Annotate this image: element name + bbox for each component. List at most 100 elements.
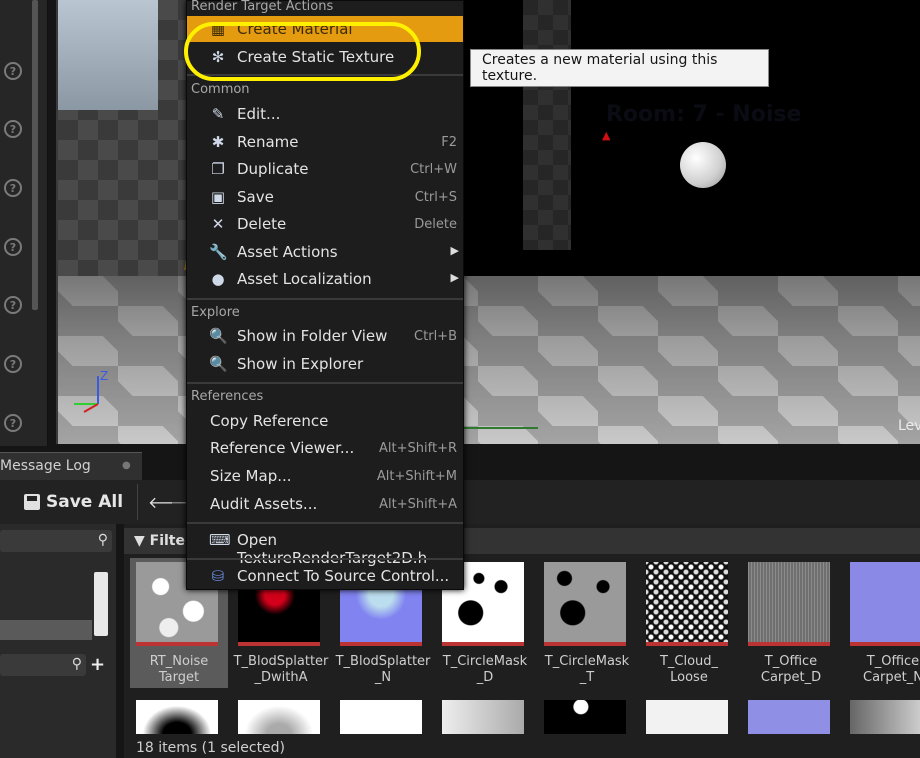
close-tab-icon[interactable]: ● bbox=[122, 460, 131, 471]
help-icon[interactable]: ? bbox=[4, 414, 22, 432]
viewport-level-label: Lev bbox=[898, 418, 920, 434]
folder-tree-selection[interactable] bbox=[0, 620, 92, 640]
menu-item-delete[interactable]: ✕ Delete Delete bbox=[187, 211, 463, 237]
toolbar-divider bbox=[137, 484, 138, 520]
menu-item-asset-localization[interactable]: ● Asset Localization ▶ bbox=[187, 266, 463, 292]
menu-item-label: Delete bbox=[237, 215, 287, 233]
menu-item-label: Audit Assets... bbox=[210, 495, 318, 513]
asset-context-menu: Render Target Actions ▦ Create Material … bbox=[186, 0, 464, 590]
menu-item-open-header-file[interactable]: ⌨ Open TextureRenderTarget2D.h bbox=[187, 527, 463, 567]
asset-label: T_CircleMask _T bbox=[544, 654, 630, 685]
asset-type-strip bbox=[646, 642, 728, 646]
menu-item-duplicate[interactable]: ❐ Duplicate Ctrl+W bbox=[187, 156, 463, 182]
source-control-icon: ⛁ bbox=[211, 567, 225, 585]
message-log-tab[interactable]: Message Log ● bbox=[0, 452, 142, 480]
asset-label: T_BlodSplatter _N bbox=[335, 654, 431, 685]
sources-scrollbar[interactable] bbox=[94, 572, 108, 636]
highlight-annotation-ring bbox=[184, 22, 421, 81]
menu-item-label: Duplicate bbox=[237, 160, 309, 178]
menu-item-shortcut: Ctrl+B bbox=[414, 329, 457, 344]
axis-z-label: Z bbox=[100, 369, 108, 383]
menu-item-label: Rename bbox=[237, 133, 299, 151]
asset-thumbnail[interactable] bbox=[544, 700, 626, 734]
save-icon: ▣ bbox=[210, 188, 226, 206]
menu-item-label: Show in Explorer bbox=[237, 355, 364, 373]
asset-tile[interactable]: T_Office Carpet_D bbox=[742, 558, 840, 688]
asset-tile[interactable]: T_Office Carpet_N bbox=[844, 558, 920, 688]
asset-thumbnail[interactable] bbox=[136, 700, 218, 734]
menu-item-shortcut: Alt+Shift+R bbox=[379, 441, 457, 456]
menu-item-save[interactable]: ▣ Save Ctrl+S bbox=[187, 184, 463, 210]
help-icon[interactable]: ? bbox=[4, 296, 22, 314]
menu-item-copy-reference[interactable]: Copy Reference bbox=[187, 408, 463, 434]
search-icon: ⚲ bbox=[71, 656, 82, 672]
asset-type-strip bbox=[748, 642, 830, 646]
help-icon[interactable]: ? bbox=[4, 120, 22, 138]
submenu-arrow-icon: ▶ bbox=[450, 271, 459, 284]
menu-item-show-in-explorer[interactable]: 🔍 Show in Explorer bbox=[187, 351, 463, 377]
asset-type-strip bbox=[136, 642, 218, 646]
asset-tile[interactable]: T_CircleMask _T bbox=[538, 558, 636, 688]
menu-separator bbox=[187, 558, 463, 560]
help-icon[interactable]: ? bbox=[4, 355, 22, 373]
save-all-button[interactable]: Save All bbox=[24, 486, 123, 518]
menu-item-rename[interactable]: ✱ Rename F2 bbox=[187, 129, 463, 155]
menu-item-shortcut: F2 bbox=[441, 135, 457, 150]
details-scrollbar[interactable] bbox=[32, 0, 38, 310]
viewport-sky bbox=[58, 0, 158, 110]
asset-thumbnail[interactable] bbox=[442, 700, 524, 734]
menu-item-edit[interactable]: ✎ Edit... bbox=[187, 101, 463, 127]
section-header-explore: Explore bbox=[191, 305, 240, 320]
viewport-room-text: Room: 7 - Noise bbox=[606, 102, 802, 127]
asset-thumbnail[interactable] bbox=[748, 700, 830, 734]
menu-item-label: Size Map... bbox=[210, 467, 292, 485]
asset-label: T_Cloud_ Loose bbox=[659, 654, 719, 685]
viewport-pillar bbox=[523, 0, 571, 250]
asset-label: T_Office Carpet_D bbox=[760, 654, 822, 685]
menu-item-shortcut: Alt+Shift+M bbox=[376, 469, 457, 484]
asset-type-strip bbox=[340, 642, 422, 646]
save-icon bbox=[24, 494, 40, 510]
magnifier-icon: 🔍 bbox=[209, 327, 228, 345]
asset-tile[interactable]: T_Cloud_ Loose bbox=[640, 558, 738, 688]
submenu-arrow-icon: ▶ bbox=[450, 244, 459, 257]
asset-type-strip bbox=[238, 642, 320, 646]
menu-item-label: Save bbox=[237, 188, 274, 206]
asset-type-strip bbox=[544, 642, 626, 646]
add-collection-button[interactable]: + bbox=[90, 654, 105, 675]
menu-item-label: Asset Actions bbox=[237, 243, 338, 261]
menu-item-label: Copy Reference bbox=[210, 412, 329, 430]
asset-thumbnail[interactable] bbox=[340, 700, 422, 734]
menu-separator bbox=[187, 522, 463, 524]
message-log-label: Message Log bbox=[0, 458, 91, 474]
help-icon[interactable]: ? bbox=[4, 179, 22, 197]
menu-item-show-in-folder-view[interactable]: 🔍 Show in Folder View Ctrl+B bbox=[187, 323, 463, 349]
section-header-common: Common bbox=[191, 82, 250, 97]
menu-item-size-map[interactable]: Size Map... Alt+Shift+M bbox=[187, 463, 463, 489]
section-header-render-target: Render Target Actions bbox=[191, 0, 334, 14]
viewport-sphere bbox=[680, 142, 726, 188]
folder-search-input[interactable]: ⚲ bbox=[0, 530, 112, 552]
asset-type-strip bbox=[850, 642, 920, 646]
help-icon[interactable]: ? bbox=[4, 238, 22, 256]
asset-thumbnail[interactable] bbox=[238, 700, 320, 734]
viewport-guide-line bbox=[458, 427, 538, 429]
menu-item-reference-viewer[interactable]: Reference Viewer... Alt+Shift+R bbox=[187, 435, 463, 461]
edit-icon: ✎ bbox=[211, 105, 225, 123]
asset-thumbnail bbox=[544, 562, 626, 644]
collection-search-input[interactable]: ⚲ bbox=[0, 654, 86, 676]
menu-item-audit-assets[interactable]: Audit Assets... Alt+Shift+A bbox=[187, 491, 463, 517]
wrench-icon: 🔧 bbox=[209, 243, 228, 261]
menu-item-shortcut: Ctrl+S bbox=[414, 190, 457, 205]
details-panel-strip: ? ? ? ? ? ? ? bbox=[0, 0, 48, 446]
menu-item-label: Show in Folder View bbox=[237, 327, 388, 345]
code-icon: ⌨ bbox=[209, 531, 231, 549]
asset-label: T_Office Carpet_N bbox=[863, 654, 920, 685]
menu-item-label: Edit... bbox=[237, 105, 281, 123]
menu-item-connect-source-control[interactable]: ⛁ Connect To Source Control... bbox=[187, 563, 463, 589]
asset-thumbnail bbox=[850, 562, 920, 644]
asset-thumbnail[interactable] bbox=[850, 700, 920, 734]
help-icon[interactable]: ? bbox=[4, 62, 22, 80]
menu-item-asset-actions[interactable]: 🔧 Asset Actions ▶ bbox=[187, 239, 463, 265]
asset-thumbnail[interactable] bbox=[646, 700, 728, 734]
